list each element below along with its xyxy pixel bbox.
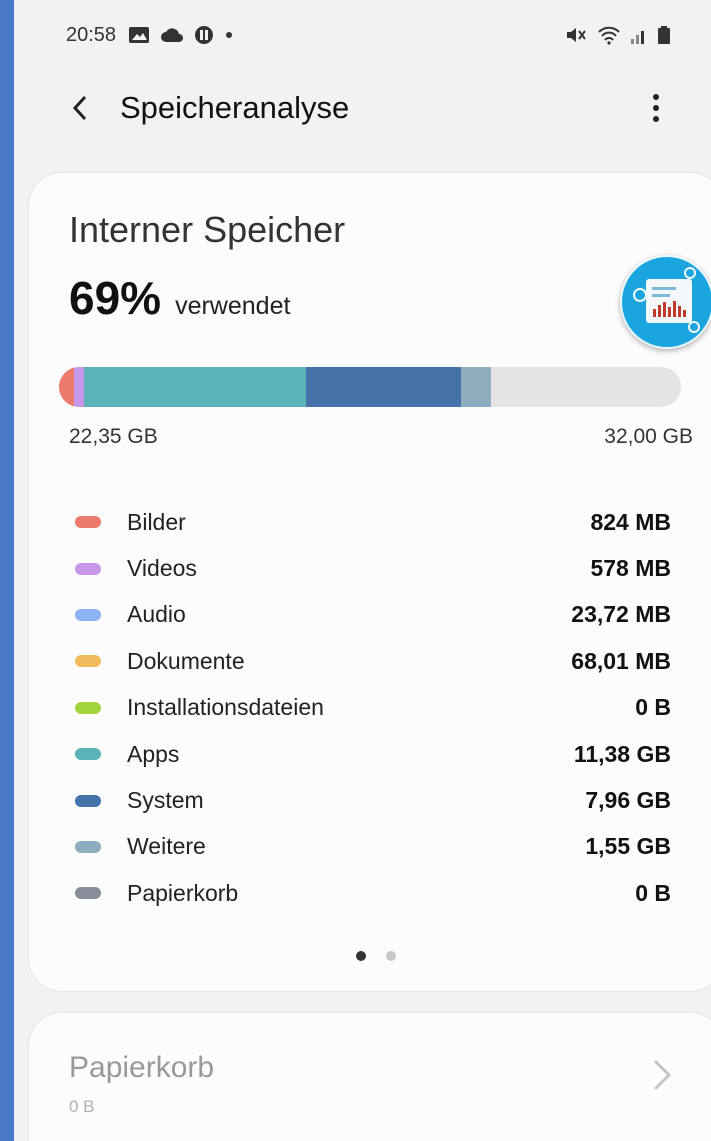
- more-dot-icon: [653, 105, 659, 111]
- legend-value: 11,38 GB: [573, 740, 671, 767]
- legend-swatch: [75, 748, 101, 761]
- app-bar: Speicheranalyse: [14, 70, 711, 146]
- legend-item-papierkorb[interactable]: Papierkorb 0 B: [69, 870, 671, 916]
- more-dot-icon: [653, 116, 659, 122]
- legend-label: Apps: [127, 740, 180, 767]
- cloud-icon: [161, 28, 184, 42]
- trash-card-size: 0 B: [69, 1097, 95, 1116]
- legend-item-bilder[interactable]: Bilder 824 MB: [69, 499, 671, 545]
- legend-value: 0 B: [635, 694, 671, 721]
- legend-item-videos[interactable]: Videos 578 MB: [69, 545, 671, 591]
- status-time: 20:58: [66, 23, 117, 46]
- legend-item-dokumente[interactable]: Dokumente 68,01 MB: [69, 638, 671, 684]
- legend-swatch: [75, 655, 101, 668]
- legend-label: Papierkorb: [127, 879, 239, 906]
- legend-label: Audio: [127, 601, 186, 628]
- mute-icon: [567, 28, 586, 42]
- screen: 20:58 Speicheranalyse Interner Speicher …: [14, 0, 711, 1141]
- legend-item-installationsdateien[interactable]: Installationsdateien 0 B: [69, 685, 671, 731]
- legend-value: 7,96 GB: [585, 787, 671, 814]
- page-dot[interactable]: [386, 951, 396, 961]
- legend-value: 824 MB: [590, 508, 671, 535]
- legend-swatch: [75, 794, 101, 807]
- page-indicator: [29, 951, 711, 961]
- legend-label: Dokumente: [127, 647, 245, 674]
- legend-value: 1,55 GB: [585, 833, 671, 860]
- card-title: Interner Speicher: [69, 209, 346, 250]
- wifi-icon: [598, 26, 620, 45]
- more-options-button[interactable]: [636, 88, 676, 128]
- data-saver-icon: [195, 26, 214, 44]
- legend-value: 578 MB: [590, 555, 671, 582]
- chevron-right-icon: [653, 1059, 672, 1091]
- storage-usage-bar: [59, 367, 681, 407]
- legend-label: System: [127, 787, 204, 814]
- usage-summary: 69% verwendet: [69, 271, 290, 325]
- internal-storage-card: Interner Speicher 69% verwendet 22,35 GB…: [28, 172, 711, 992]
- used-amount: 22,35 GB: [69, 425, 158, 448]
- trash-card-title: Papierkorb: [69, 1051, 215, 1084]
- bar-segment-system: [306, 367, 461, 407]
- legend-swatch: [75, 608, 101, 621]
- total-amount: 32,00 GB: [604, 425, 693, 448]
- usage-percent: 69%: [69, 272, 162, 324]
- legend-swatch: [75, 840, 101, 853]
- chevron-left-icon: [72, 95, 87, 121]
- legend-swatch: [75, 516, 101, 529]
- gallery-icon: [129, 27, 150, 43]
- status-bar: 20:58: [14, 0, 711, 70]
- battery-icon: [658, 26, 670, 44]
- legend-item-audio[interactable]: Audio 23,72 MB: [69, 592, 671, 638]
- page-dot-active[interactable]: [356, 951, 366, 961]
- legend-swatch: [75, 562, 101, 575]
- legend-value: 68,01 MB: [571, 647, 671, 674]
- page-title: Speicheranalyse: [120, 90, 350, 125]
- legend-label: Bilder: [127, 508, 186, 535]
- bar-segment-bilder: [59, 367, 74, 407]
- legend-item-weitere[interactable]: Weitere 1,55 GB: [69, 824, 671, 870]
- legend-value: 23,72 MB: [571, 601, 671, 628]
- back-button[interactable]: [60, 88, 100, 128]
- legend-item-apps[interactable]: Apps 11,38 GB: [69, 731, 671, 777]
- legend-label: Videos: [127, 555, 197, 582]
- legend-label: Installationsdateien: [127, 694, 324, 721]
- legend-swatch: [75, 887, 101, 900]
- notification-dot-icon: [226, 32, 233, 38]
- chart-report-icon: [633, 267, 700, 333]
- legend-value: 0 B: [635, 879, 671, 906]
- legend-item-system[interactable]: System 7,96 GB: [69, 777, 671, 823]
- bar-segment-videos: [74, 367, 84, 407]
- analytics-overlay-button[interactable]: [620, 255, 711, 349]
- usage-label: verwendet: [175, 292, 291, 320]
- legend-swatch: [75, 701, 101, 714]
- signal-icon: [631, 31, 644, 44]
- more-dot-icon: [653, 94, 659, 100]
- bar-segment-weitere: [461, 367, 491, 407]
- bar-segment-apps: [84, 367, 306, 407]
- trash-card[interactable]: Papierkorb 0 B: [28, 1012, 711, 1141]
- storage-legend: Bilder 824 MB Videos 578 MB Audio 23,72 …: [69, 499, 671, 917]
- legend-label: Weitere: [127, 833, 206, 860]
